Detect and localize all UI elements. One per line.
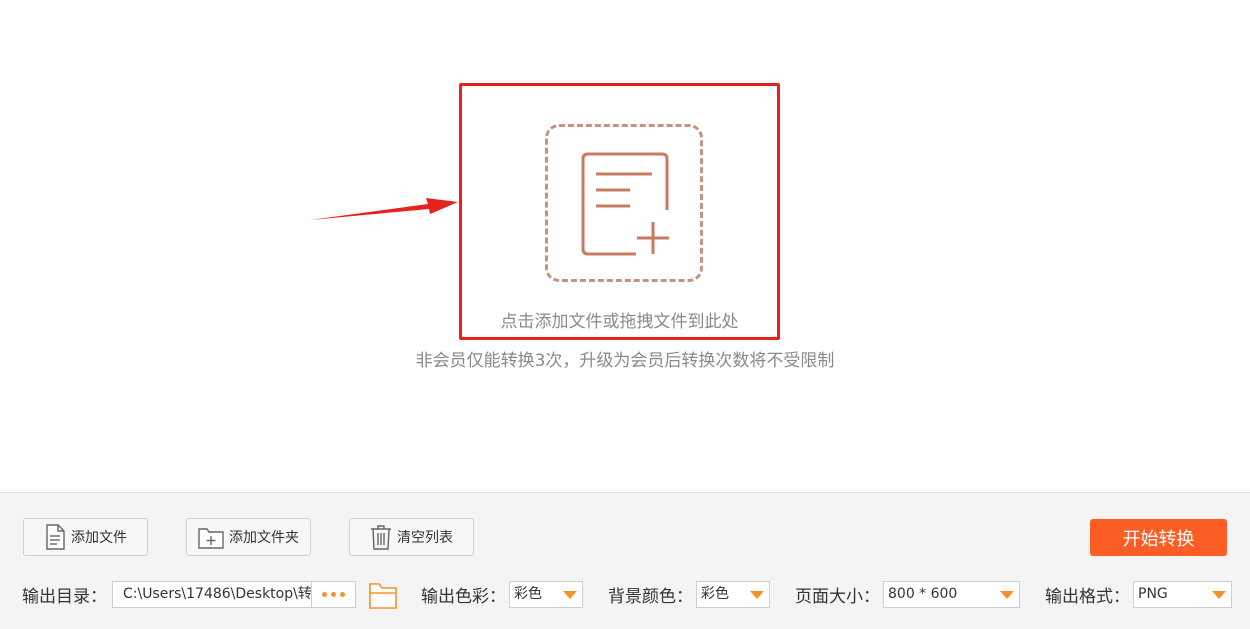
output-color-select[interactable]: 彩色 bbox=[509, 581, 583, 608]
add-folder-label: 添加文件夹 bbox=[229, 530, 299, 546]
caret-down-icon bbox=[1000, 591, 1014, 599]
arrow-pointer bbox=[310, 198, 458, 220]
start-convert-button[interactable]: 开始转换 bbox=[1090, 519, 1227, 556]
output-format-select[interactable]: PNG bbox=[1133, 581, 1232, 608]
page-size-select[interactable]: 800 * 600 bbox=[883, 581, 1020, 608]
drop-prompt[interactable]: 点击添加文件或拖拽文件到此处 bbox=[459, 307, 780, 332]
bottom-toolbar: 添加文件 添加文件夹 清空列表 开始转换 输出目录： C:\Users\1748… bbox=[0, 492, 1250, 629]
file-icon bbox=[46, 524, 65, 550]
trash-icon bbox=[371, 525, 391, 550]
bg-color-label: 背景颜色： bbox=[608, 587, 693, 607]
bg-color-value: 彩色 bbox=[701, 586, 729, 602]
page-size-label: 页面大小： bbox=[795, 587, 880, 607]
limit-notice: 非会员仅能转换3次，升级为会员后转换次数将不受限制 bbox=[415, 351, 835, 371]
output-color-label: 输出色彩： bbox=[421, 587, 506, 607]
add-file-label: 添加文件 bbox=[71, 530, 127, 546]
output-format-value: PNG bbox=[1138, 586, 1168, 602]
more-dots-icon bbox=[322, 592, 327, 597]
bg-color-select[interactable]: 彩色 bbox=[696, 581, 770, 608]
output-color-value: 彩色 bbox=[514, 586, 542, 602]
page-size-value: 800 * 600 bbox=[888, 586, 958, 602]
caret-down-icon bbox=[563, 591, 577, 599]
add-folder-button[interactable]: 添加文件夹 bbox=[186, 518, 311, 556]
output-dir-field[interactable]: C:\Users\17486\Desktop\转 bbox=[112, 581, 312, 608]
output-format-label: 输出格式： bbox=[1045, 587, 1130, 607]
caret-down-icon bbox=[750, 591, 764, 599]
add-document-icon[interactable] bbox=[574, 150, 674, 260]
clear-list-button[interactable]: 清空列表 bbox=[349, 518, 474, 556]
drop-area: 点击添加文件或拖拽文件到此处 非会员仅能转换3次，升级为会员后转换次数将不受限制 bbox=[0, 0, 1250, 492]
browse-more-button[interactable] bbox=[311, 581, 356, 608]
add-file-button[interactable]: 添加文件 bbox=[23, 518, 148, 556]
folder-plus-icon bbox=[198, 528, 224, 549]
caret-down-icon bbox=[1212, 591, 1226, 599]
folder-icon[interactable] bbox=[368, 579, 398, 611]
clear-list-label: 清空列表 bbox=[397, 530, 453, 546]
output-dir-label: 输出目录： bbox=[22, 587, 107, 607]
